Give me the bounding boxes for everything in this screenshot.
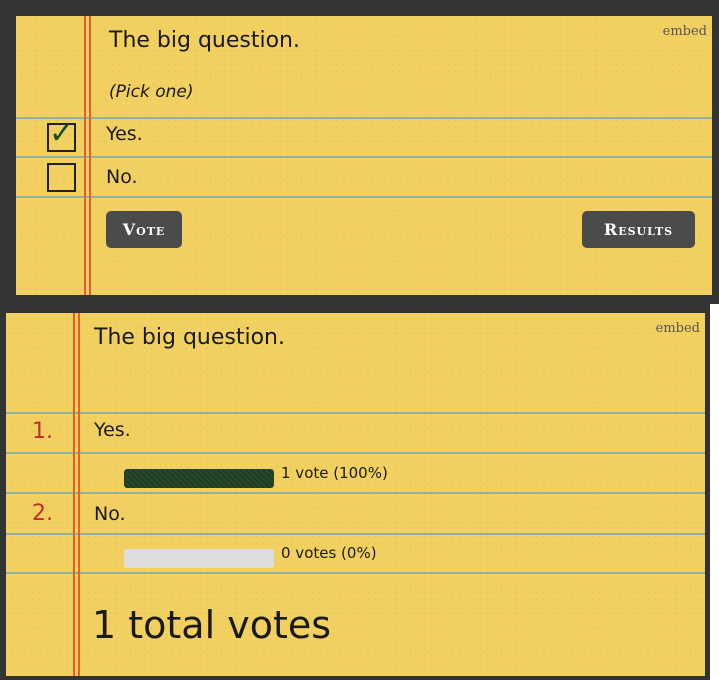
ruled-line [6, 492, 705, 494]
result-number-1: 1. [32, 419, 53, 444]
margin-line [84, 16, 86, 295]
result-bar-no [124, 549, 274, 568]
result-bar-fill [124, 469, 274, 488]
margin-line [89, 16, 91, 295]
result-votes-no: 0 votes (0%) [281, 544, 377, 562]
result-votes-yes: 1 vote (100%) [281, 464, 388, 482]
result-label-yes: Yes. [94, 419, 131, 441]
ruled-line [16, 196, 712, 198]
pick-one-hint: (Pick one) [109, 82, 194, 102]
option-no-label[interactable]: No. [106, 166, 138, 188]
poll-title: The big question. [109, 28, 300, 53]
checkmark-icon: ✓ [49, 116, 75, 151]
vote-button[interactable]: Vote [106, 211, 182, 248]
total-votes: 1 total votes [92, 603, 332, 647]
results-button[interactable]: Results [582, 211, 695, 248]
result-number-2: 2. [32, 501, 53, 526]
ruled-line [16, 156, 712, 158]
option-yes-checkbox[interactable]: ✓ [47, 119, 76, 152]
ruled-line [6, 572, 705, 574]
embed-link[interactable]: embed [656, 321, 700, 336]
results-card: embed The big question. 1. Yes. 1 vote (… [6, 313, 705, 676]
embed-link[interactable]: embed [663, 24, 707, 39]
ruled-line [16, 117, 712, 119]
vote-card: embed The big question. (Pick one) ✓ Yes… [16, 16, 712, 295]
ruled-line [6, 452, 705, 454]
margin-line [78, 313, 80, 676]
option-yes-label[interactable]: Yes. [106, 123, 143, 145]
results-title: The big question. [94, 325, 285, 350]
ruled-line [6, 533, 705, 535]
result-label-no: No. [94, 503, 126, 525]
ruled-line [6, 412, 705, 414]
option-no-checkbox[interactable] [47, 163, 76, 192]
result-bar-yes [124, 469, 274, 488]
margin-line [73, 313, 75, 676]
